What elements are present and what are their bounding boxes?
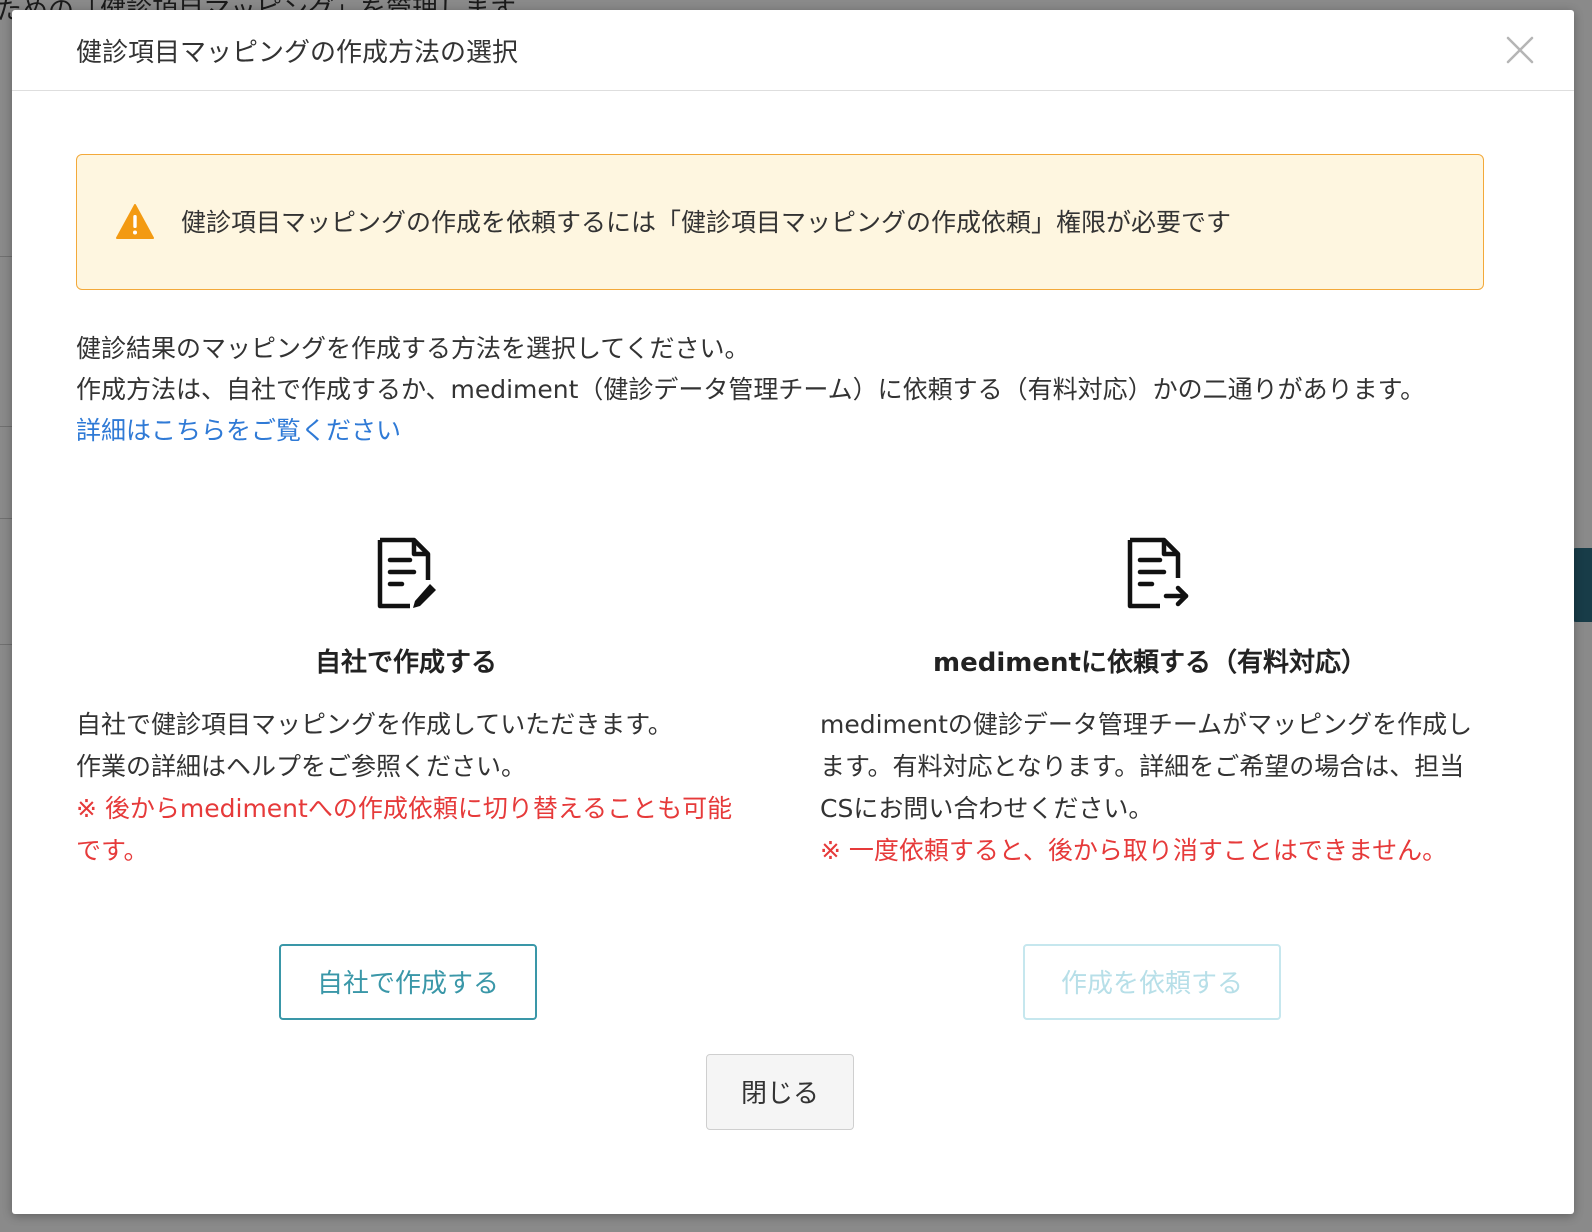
intro-line: 健診結果のマッピングを作成する方法を選択してください。	[76, 334, 750, 363]
option-description: medimentの健診データ管理チームがマッピングを作成します。有料対応となりま…	[820, 704, 1480, 872]
option-description: 自社で健診項目マッピングを作成していただきます。 作業の詳細はヘルプをご参照くだ…	[76, 704, 736, 872]
document-send-icon	[1122, 534, 1192, 614]
option-note: ※ 一度依頼すると、後から取り消すことはできません。	[820, 836, 1448, 865]
self-create-button[interactable]: 自社で作成する	[279, 944, 537, 1020]
permission-warning-alert: 健診項目マッピングの作成を依頼するには「健診項目マッピングの作成依頼」権限が必要…	[76, 154, 1484, 290]
warning-icon	[115, 203, 155, 241]
detail-link[interactable]: 詳細はこちらをご覧ください	[76, 416, 401, 445]
option-title: 自社で作成する	[314, 648, 497, 678]
document-edit-icon	[372, 534, 442, 614]
intro-text: 健診結果のマッピングを作成する方法を選択してください。 作成方法は、自社で作成す…	[76, 328, 1496, 451]
creation-method-modal: 健診項目マッピングの作成方法の選択 健診項目マッピングの作成を依頼するには「健診…	[12, 10, 1574, 1214]
option-note: ※ 後からmedimentへの作成依頼に切り替えることも可能です。	[76, 794, 733, 865]
option-desc-line: 作業の詳細はヘルプをご参照ください。	[76, 752, 527, 781]
modal-title: 健診項目マッピングの作成方法の選択	[76, 38, 519, 68]
close-icon[interactable]	[1502, 32, 1538, 68]
request-creation-button[interactable]: 作成を依頼する	[1023, 944, 1281, 1020]
option-title: medimentに依頼する（有料対応）	[933, 648, 1367, 678]
intro-line: 作成方法は、自社で作成するか、mediment（健診データ管理チーム）に依頼する…	[76, 375, 1426, 404]
option-desc-line: medimentの健診データ管理チームがマッピングを作成します。有料対応となりま…	[820, 710, 1473, 823]
option-desc-line: 自社で健診項目マッピングを作成していただきます。	[76, 710, 673, 739]
close-button[interactable]: 閉じる	[706, 1054, 854, 1130]
alert-message: 健診項目マッピングの作成を依頼するには「健診項目マッピングの作成依頼」権限が必要…	[181, 208, 1232, 237]
modal-header: 健診項目マッピングの作成方法の選択	[12, 10, 1574, 91]
